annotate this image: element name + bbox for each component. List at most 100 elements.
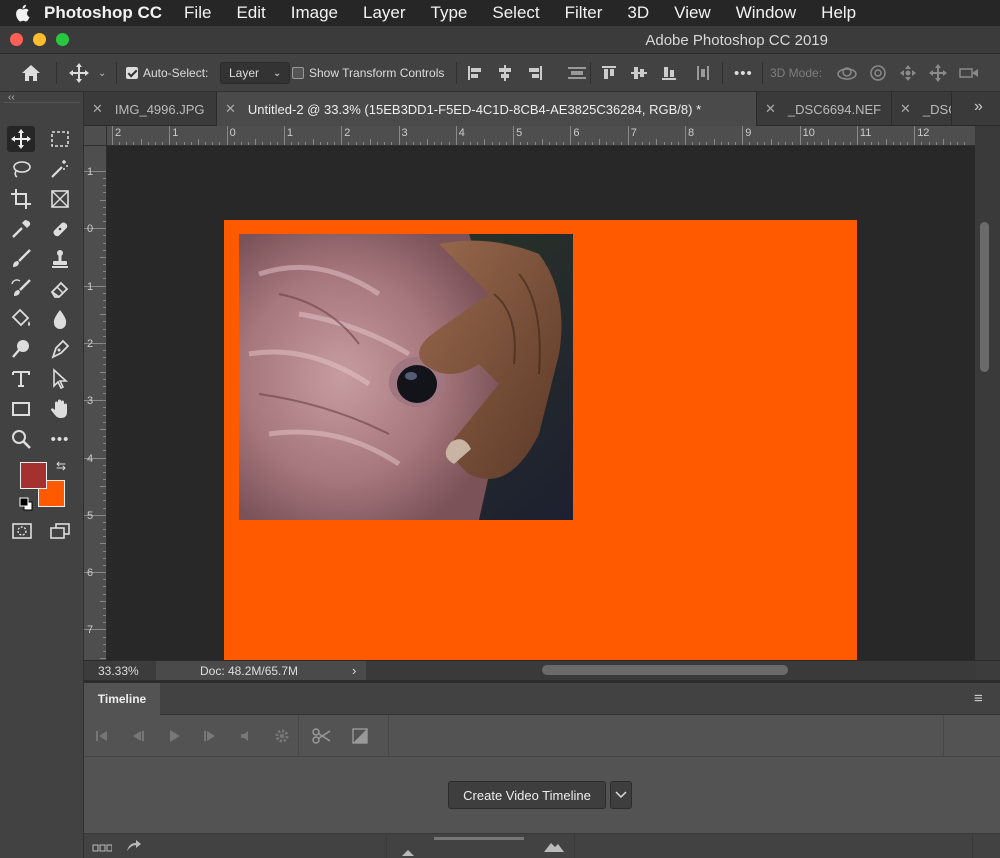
tab-dsc6694[interactable]: ✕ _DSC6694.NEF: [757, 92, 892, 126]
transition-icon[interactable]: [352, 728, 368, 749]
lasso-icon[interactable]: [7, 156, 35, 182]
zoom-in-mountain-icon[interactable]: [544, 839, 564, 857]
move-tool-icon[interactable]: [7, 126, 35, 152]
panel-menu-icon[interactable]: ≡: [974, 690, 983, 707]
more-options-button[interactable]: •••: [734, 54, 753, 92]
align-buttons: [466, 54, 588, 92]
zoom-icon[interactable]: [7, 426, 35, 452]
zoom-out-mountain-icon[interactable]: [402, 843, 414, 858]
previous-frame-icon[interactable]: [130, 729, 146, 743]
hand-icon[interactable]: [46, 396, 74, 422]
menu-image[interactable]: Image: [291, 3, 338, 23]
menu-layer[interactable]: Layer: [363, 3, 406, 23]
show-transform-controls-checkbox[interactable]: Show Transform Controls: [292, 54, 444, 92]
align-horizontal-centers-icon[interactable]: [496, 64, 514, 82]
3d-slide-icon[interactable]: [928, 63, 948, 83]
photo-layer[interactable]: [239, 234, 573, 520]
tabs-overflow-icon[interactable]: »: [974, 98, 983, 116]
history-brush-icon[interactable]: [7, 276, 35, 302]
menu-filter[interactable]: Filter: [565, 3, 603, 23]
distribute-vertical-icon[interactable]: [566, 64, 588, 82]
align-top-edges-icon[interactable]: [600, 64, 618, 82]
menu-help[interactable]: Help: [821, 3, 856, 23]
timeline-type-dropdown[interactable]: [610, 781, 632, 809]
timeline-zoom-slider[interactable]: [434, 837, 524, 840]
screen-mode-icon[interactable]: [46, 518, 74, 544]
status-menu-arrow[interactable]: ›: [352, 663, 356, 678]
canvas-area[interactable]: [107, 146, 975, 660]
swap-colors-icon[interactable]: ⇆: [56, 459, 66, 473]
menu-view[interactable]: View: [674, 3, 711, 23]
crop-icon[interactable]: [7, 186, 35, 212]
align-vertical-centers-icon[interactable]: [630, 64, 648, 82]
close-tab-icon[interactable]: ✕: [765, 101, 776, 117]
tab-dsc[interactable]: ✕ _DSC: [892, 92, 952, 126]
align-bottom-edges-icon[interactable]: [660, 64, 678, 82]
menu-select[interactable]: Select: [492, 3, 539, 23]
apple-icon[interactable]: [0, 4, 44, 22]
3d-orbit-icon[interactable]: [836, 63, 858, 83]
next-frame-icon[interactable]: [202, 729, 218, 743]
clone-stamp-icon[interactable]: [46, 246, 74, 272]
frame-animation-icon[interactable]: [92, 840, 113, 858]
auto-select-checkbox[interactable]: Auto-Select:: [126, 54, 208, 92]
brush-icon[interactable]: [7, 246, 35, 272]
move-tool-preset-icon[interactable]: ⌄: [68, 54, 106, 92]
document-tabs: ✕ IMG_4996.JPG ✕ Untitled-2 @ 33.3% (15E…: [84, 92, 1000, 126]
rectangular-marquee-icon[interactable]: [46, 126, 74, 152]
horizontal-ruler[interactable]: 2 1 0 1 2 3 4 5 6 7 8 9 10 11 12: [107, 126, 975, 146]
play-icon[interactable]: [166, 729, 182, 743]
healing-brush-icon[interactable]: [46, 216, 74, 242]
go-to-first-frame-icon[interactable]: [94, 729, 110, 743]
close-tab-icon[interactable]: ✕: [92, 101, 103, 117]
menu-3d[interactable]: 3D: [627, 3, 649, 23]
home-icon[interactable]: [20, 54, 42, 92]
align-left-edges-icon[interactable]: [466, 64, 484, 82]
menu-file[interactable]: File: [184, 3, 211, 23]
close-tab-icon[interactable]: ✕: [225, 101, 236, 117]
distribute-horizontal-icon[interactable]: [694, 64, 712, 82]
close-tab-icon[interactable]: ✕: [900, 101, 911, 117]
ruler-major-tick: [455, 126, 457, 145]
eraser-icon[interactable]: [46, 276, 74, 302]
menu-type[interactable]: Type: [431, 3, 468, 23]
menu-window[interactable]: Window: [736, 3, 796, 23]
3d-roll-icon[interactable]: [868, 63, 888, 83]
audio-icon[interactable]: [238, 729, 254, 743]
blur-icon[interactable]: [46, 306, 74, 332]
vertical-scrollbar[interactable]: [975, 126, 1000, 660]
render-video-icon[interactable]: [126, 838, 142, 857]
pen-icon[interactable]: [46, 336, 74, 362]
align-right-edges-icon[interactable]: [526, 64, 544, 82]
ruler-minor-tick: [197, 139, 199, 145]
3d-pan-icon[interactable]: [898, 63, 918, 83]
edit-toolbar-icon[interactable]: •••: [46, 426, 74, 452]
horizontal-scroll-thumb[interactable]: [542, 665, 788, 675]
scissors-icon[interactable]: [312, 727, 332, 750]
timeline-tab[interactable]: Timeline: [84, 683, 160, 715]
zoom-level[interactable]: 33.33%: [98, 664, 139, 678]
frame-icon[interactable]: [46, 186, 74, 212]
type-icon[interactable]: [7, 366, 35, 392]
foreground-color-swatch[interactable]: [20, 462, 47, 489]
3d-scale-icon[interactable]: [958, 65, 980, 81]
app-menu[interactable]: Photoshop CC: [44, 3, 162, 23]
rectangle-icon[interactable]: [7, 396, 35, 422]
path-selection-icon[interactable]: [46, 366, 74, 392]
horizontal-scrollbar[interactable]: [366, 661, 976, 680]
menu-edit[interactable]: Edit: [236, 3, 265, 23]
default-colors-icon[interactable]: [19, 497, 33, 516]
quick-mask-icon[interactable]: [8, 518, 36, 544]
magic-wand-icon[interactable]: [46, 156, 74, 182]
ruler-origin[interactable]: [84, 126, 107, 146]
tab-untitled-2[interactable]: ✕ Untitled-2 @ 33.3% (15EB3DD1-F5ED-4C1D…: [217, 92, 757, 126]
vertical-scroll-thumb[interactable]: [980, 222, 989, 372]
dodge-icon[interactable]: [7, 336, 35, 362]
paint-bucket-icon[interactable]: [7, 306, 35, 332]
auto-select-target-dropdown[interactable]: Layer ⌄: [220, 62, 291, 84]
eyedropper-icon[interactable]: [7, 216, 35, 242]
tab-img-4996[interactable]: ✕ IMG_4996.JPG: [84, 92, 217, 126]
vertical-ruler[interactable]: 1 0 1 2 3 4 5 6 7: [84, 146, 107, 660]
create-video-timeline-button[interactable]: Create Video Timeline: [448, 781, 606, 809]
settings-gear-icon[interactable]: [274, 728, 290, 744]
